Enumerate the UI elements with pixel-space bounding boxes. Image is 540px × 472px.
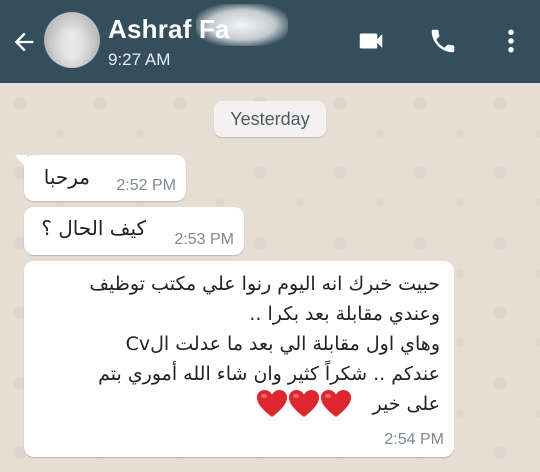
message-text: مرحبا	[43, 165, 90, 189]
message-bubble[interactable]: كيف الحال ؟ 2:53 PM	[24, 207, 244, 255]
message-bubble[interactable]: مرحبا 2:52 PM	[15, 155, 186, 201]
avatar[interactable]	[44, 12, 100, 68]
message-time: 2:53 PM	[174, 231, 234, 248]
message-time: 2:52 PM	[116, 177, 176, 194]
more-vert-icon[interactable]	[496, 26, 526, 56]
emoji-row	[256, 389, 352, 423]
heart-icon	[289, 390, 319, 417]
voice-call-icon[interactable]	[428, 26, 458, 56]
date-chip: Yesterday	[214, 101, 326, 137]
message-text: كيف الحال ؟	[41, 216, 146, 240]
video-call-icon[interactable]	[356, 26, 386, 56]
message-time: 2:54 PM	[384, 431, 444, 448]
heart-icon	[321, 390, 351, 417]
bubble-tail	[15, 155, 27, 169]
message-text: حبيت خبرك انه اليوم رنوا علي مكتب توظيف …	[89, 273, 440, 415]
name-redaction	[196, 4, 288, 46]
chat-header: Ashraf Fa 9:27 AM	[0, 0, 540, 83]
last-seen: 9:27 AM	[108, 50, 171, 69]
heart-icon	[257, 390, 287, 417]
arrow-back-icon[interactable]	[10, 28, 38, 56]
chat-area[interactable]: Yesterday مرحبا 2:52 PM كيف الحال ؟ 2:53…	[0, 83, 540, 472]
message-bubble[interactable]: حبيت خبرك انه اليوم رنوا علي مكتب توظيف …	[24, 261, 454, 457]
